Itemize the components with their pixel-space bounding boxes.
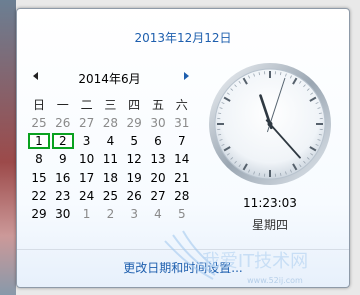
calendar-day[interactable]: 8: [28, 151, 50, 167]
calendar-week-row: 29 30 1 2 3 4 5: [27, 206, 192, 224]
calendar-week-row: 15 16 17 18 19 20 21: [27, 170, 192, 188]
calendar-day[interactable]: 19: [123, 170, 145, 186]
calendar-day[interactable]: 16: [52, 170, 74, 186]
change-date-time-link[interactable]: 更改日期和时间设置...: [17, 259, 349, 276]
calendar-day[interactable]: 1: [28, 133, 50, 150]
calendar-day[interactable]: 4: [147, 206, 169, 222]
calendar-day[interactable]: 25: [28, 115, 50, 131]
calendar-day[interactable]: 22: [28, 188, 50, 204]
calendar-day[interactable]: 5: [171, 206, 193, 222]
calendar-day[interactable]: 10: [76, 151, 98, 167]
month-title[interactable]: 2014年6月: [27, 70, 192, 87]
calendar-day[interactable]: 25: [99, 188, 121, 204]
calendar-day[interactable]: 3: [123, 206, 145, 222]
weekday-label: 一: [56, 98, 69, 112]
digital-time: 11:23:03: [243, 196, 297, 210]
weekday-label: 二: [80, 98, 93, 112]
calendar-day[interactable]: 28: [171, 188, 193, 204]
calendar-day[interactable]: 11: [99, 151, 121, 167]
calendar-week-row: 22 23 24 25 26 27 28: [27, 188, 192, 206]
calendar-day[interactable]: 18: [99, 170, 121, 186]
clock-center: [267, 121, 273, 127]
watermark: 我爱IT技术网 www.52ij.com: [164, 230, 308, 285]
calendar-week-row: 1234567: [27, 133, 192, 151]
calendar-day[interactable]: 30: [147, 115, 169, 131]
calendar-day[interactable]: 17: [76, 170, 98, 186]
calendar-day[interactable]: 4: [99, 133, 121, 149]
analog-clock: [209, 63, 331, 185]
weekday-label: 四: [128, 98, 141, 112]
calendar-day[interactable]: 12: [123, 151, 145, 167]
calendar-day[interactable]: 28: [99, 115, 121, 131]
weekday-label: 六: [175, 98, 188, 112]
calendar-day[interactable]: 15: [28, 170, 50, 186]
weekday-header-row: 日一二三四五六: [27, 97, 192, 115]
weekday-label: 星期四: [251, 218, 288, 232]
calendar-day[interactable]: 21: [171, 170, 193, 186]
weekday-label: 五: [151, 98, 164, 112]
calendar-day[interactable]: 2: [51, 133, 74, 150]
calendar-week-row: 25 26 27 28 29 30 31: [27, 115, 192, 133]
long-date-link[interactable]: 2013年12月12日: [17, 29, 349, 46]
calendar-day[interactable]: 24: [76, 188, 98, 204]
calendar-day[interactable]: 26: [52, 115, 74, 131]
calendar-day[interactable]: 29: [123, 115, 145, 131]
divider: [17, 249, 349, 250]
calendar-day[interactable]: 20: [147, 170, 169, 186]
calendar-day[interactable]: 30: [52, 206, 74, 222]
weekday-label: 日: [32, 98, 45, 112]
calendar-day[interactable]: 29: [28, 206, 50, 222]
weekday-label: 三: [104, 98, 117, 112]
calendar-day[interactable]: 2: [99, 206, 121, 222]
calendar-day[interactable]: 7: [171, 133, 193, 149]
calendar-day[interactable]: 23: [52, 188, 74, 204]
desktop-background: [0, 0, 16, 295]
calendar-day[interactable]: 6: [147, 133, 169, 149]
calendar-day[interactable]: 26: [123, 188, 145, 204]
calendar-week-row: 8 9 10 11 12 13 14: [27, 151, 192, 169]
calendar-day[interactable]: 9: [52, 151, 74, 167]
date-time-flyout: 2013年12月12日 2014年6月 日一二三四五六 25 26 27 28 29 30…: [16, 8, 350, 288]
calendar-day[interactable]: 1: [76, 206, 98, 222]
calendar-day[interactable]: 3: [76, 133, 98, 149]
chevron-right-icon[interactable]: [184, 72, 189, 80]
watermark-url: www.52ij.com: [247, 276, 303, 285]
calendar-day[interactable]: 14: [171, 151, 193, 167]
calendar-day[interactable]: 31: [171, 115, 193, 131]
calendar-day[interactable]: 27: [76, 115, 98, 131]
calendar-day[interactable]: 13: [147, 151, 169, 167]
calendar-day[interactable]: 5: [123, 133, 145, 149]
calendar-day[interactable]: 27: [147, 188, 169, 204]
calendar-header: 2014年6月: [27, 71, 192, 87]
